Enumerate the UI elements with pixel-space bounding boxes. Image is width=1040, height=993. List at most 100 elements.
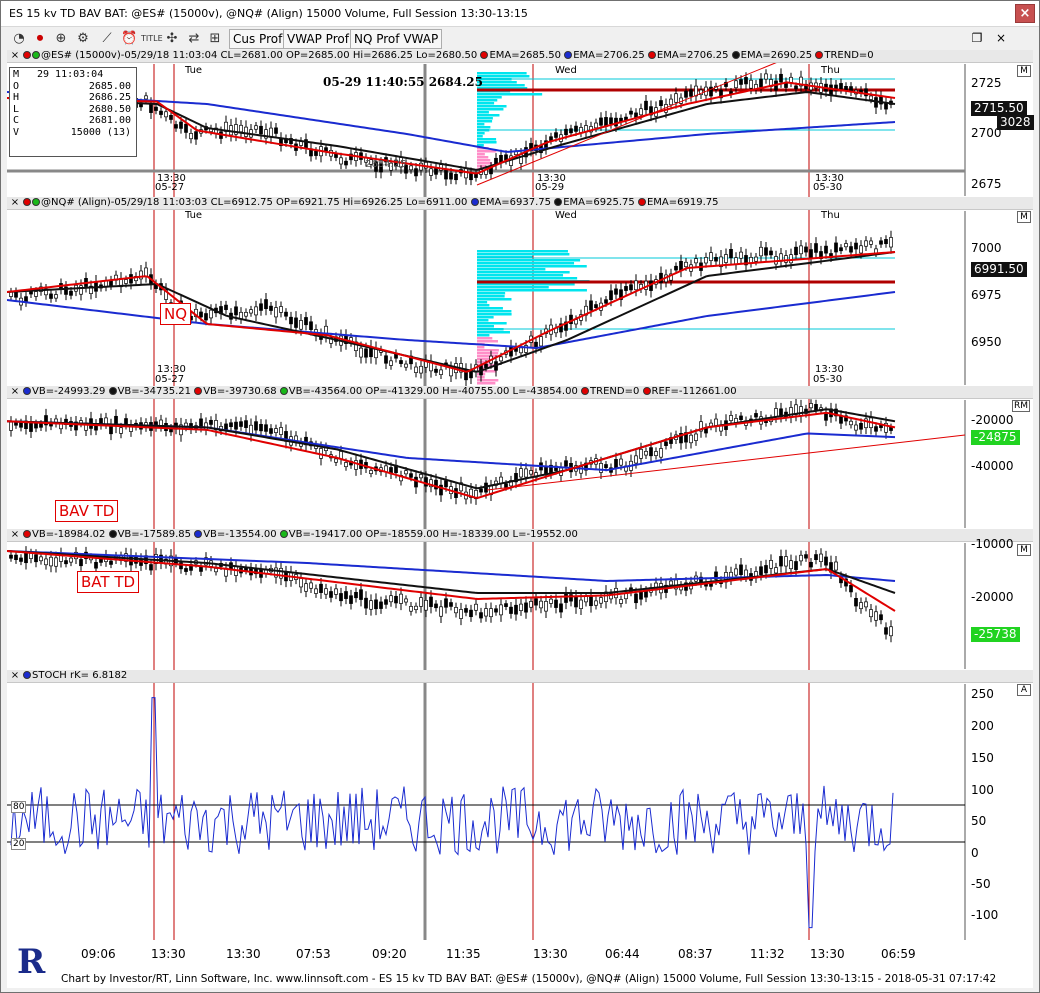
close-pane-icon[interactable]: × [10,197,20,209]
nq-volume-profile-bar [477,304,490,307]
nq-candle-body [634,280,638,291]
nq-candle-body [419,365,423,374]
bat-bar-body [379,601,383,609]
title-icon[interactable]: TITLE [141,31,163,47]
close-pane-icon[interactable]: × [10,670,20,682]
nq-candle-body [389,360,393,366]
bat-bar-body [419,597,423,607]
zoom-icon[interactable]: ⊕ [53,31,69,47]
bat-bar-body [389,595,393,603]
nq-candle-body [594,304,598,308]
bat-bar-body [864,601,868,608]
nq-volume-profile-bar [477,313,512,316]
chart-icon[interactable]: ◔ [11,31,27,47]
es-candle-body [764,73,768,80]
bat-bar-body [469,609,473,618]
close-pane-icon[interactable]: × [10,50,20,62]
es-candle-body [274,127,278,134]
nq-volume-profile-bar [477,274,564,277]
nq-candle-body [629,284,633,291]
bat-bar-body [849,584,853,593]
es-volume-profile-bar [477,96,502,99]
nq-candle-body [869,240,873,245]
nq-scale-tag[interactable]: M [1017,211,1031,223]
nq-candle-body [249,309,253,314]
es-volume-profile-bar [477,114,500,117]
bat-bar-body [884,627,888,635]
chart-area[interactable]: × @ES# (15000v)-05/29/18 11:03:04 CL=268… [7,50,1034,988]
nq-candle-body [124,279,128,284]
draw-icon[interactable]: ⟋ [99,31,115,47]
bav-bar-body [409,473,413,478]
es-candle-body [684,90,688,98]
bat-bar-body [304,583,308,592]
es-candle-body [259,125,263,135]
nq-volume-profile-bar [477,259,581,262]
close-pane-icon[interactable]: × [10,529,20,541]
scale-icon[interactable]: ⇄ [186,31,202,47]
nq-candle-body [799,245,803,255]
nq-prof-vwap-button[interactable]: NQ Prof VWAP [350,29,443,49]
bav-scale-tag[interactable]: RM [1012,400,1030,412]
nq-candle-body [434,368,438,373]
close-pane-icon[interactable]: × [10,386,20,398]
move-icon[interactable]: ✣ [164,31,180,47]
bat-bar-body [619,599,623,604]
nq-candle-body [539,336,543,347]
nq-candle-body [79,285,83,295]
es-scale-tag[interactable]: M [1017,65,1031,77]
bat-bar-body [484,608,488,617]
y-tick: 2675 [971,177,1002,191]
nq-candle-body [739,251,743,259]
bav-bar-body [529,470,533,475]
footer: Chart by Investor/RT, Linn Software, Inc… [7,968,1033,988]
bav-pane-bar: × VB=-24993.29 VB=-34735.21 VB=-39730.68… [7,386,1033,399]
bav-bar-body [854,424,858,431]
nq-candle-body [259,303,263,311]
bat-bar-body [589,595,593,607]
footer-text: Chart by Investor/RT, Linn Software, Inc… [61,973,997,985]
es-candle-body [789,76,793,83]
stoch-scale-tag[interactable]: A [1017,684,1031,696]
es-candle-body [189,133,193,140]
es-candle-body [449,172,453,180]
nq-candle-body [754,256,758,262]
nq-candle-body [624,286,628,291]
cus-prof-button[interactable]: Cus Prof [229,29,287,49]
y-tick: 2725 [971,76,1002,90]
day-label-thu: Thu [821,65,840,76]
grid-icon[interactable]: ⊞ [207,31,223,47]
day-label-wed: Wed [555,210,577,221]
es-trend-line [476,50,808,186]
bat-bar-body [349,595,353,604]
bat-bar-body [494,608,498,613]
gear-icon[interactable]: ⚙ [75,31,91,47]
clock-icon[interactable]: ⏰ [121,31,137,47]
es-candle-body [749,79,753,89]
bav-bar-body [599,463,603,473]
bat-scale-tag[interactable]: M [1017,544,1031,556]
es-volume-profile-bar [477,120,493,123]
nq-candle-body [244,311,248,317]
nq-candle-body [269,305,273,311]
nq-candle-body [804,246,808,253]
bat-bar-body [19,557,23,562]
es-candle-body [239,124,243,133]
vwap-prof-button[interactable]: VWAP Prof [283,29,353,49]
bav-bar-body [9,421,13,431]
toolbar: ◔ ⏺ ⊕ ⚙ ⟋ ⏰ TITLE ✣ ⇄ ⊞ Cus Prof VWAP Pr… [1,28,1039,50]
es-candle-body [689,89,693,97]
nq-candle-body [279,306,283,313]
nq-volume-profile-bar [477,301,488,304]
restore-button[interactable]: ❐ [969,30,985,46]
nq-volume-profile-bar [477,289,587,292]
es-candle-body [734,80,738,89]
es-candle-body [629,110,633,115]
nq-candle-body [674,265,678,271]
bat-bar-body [414,605,418,610]
close-button[interactable]: × [1015,4,1035,23]
record-icon[interactable]: ⏺ [32,31,48,47]
nq-volume-profile-bar [477,331,510,334]
bat-bar-body [364,597,368,609]
close-chart-button[interactable]: × [993,30,1009,46]
